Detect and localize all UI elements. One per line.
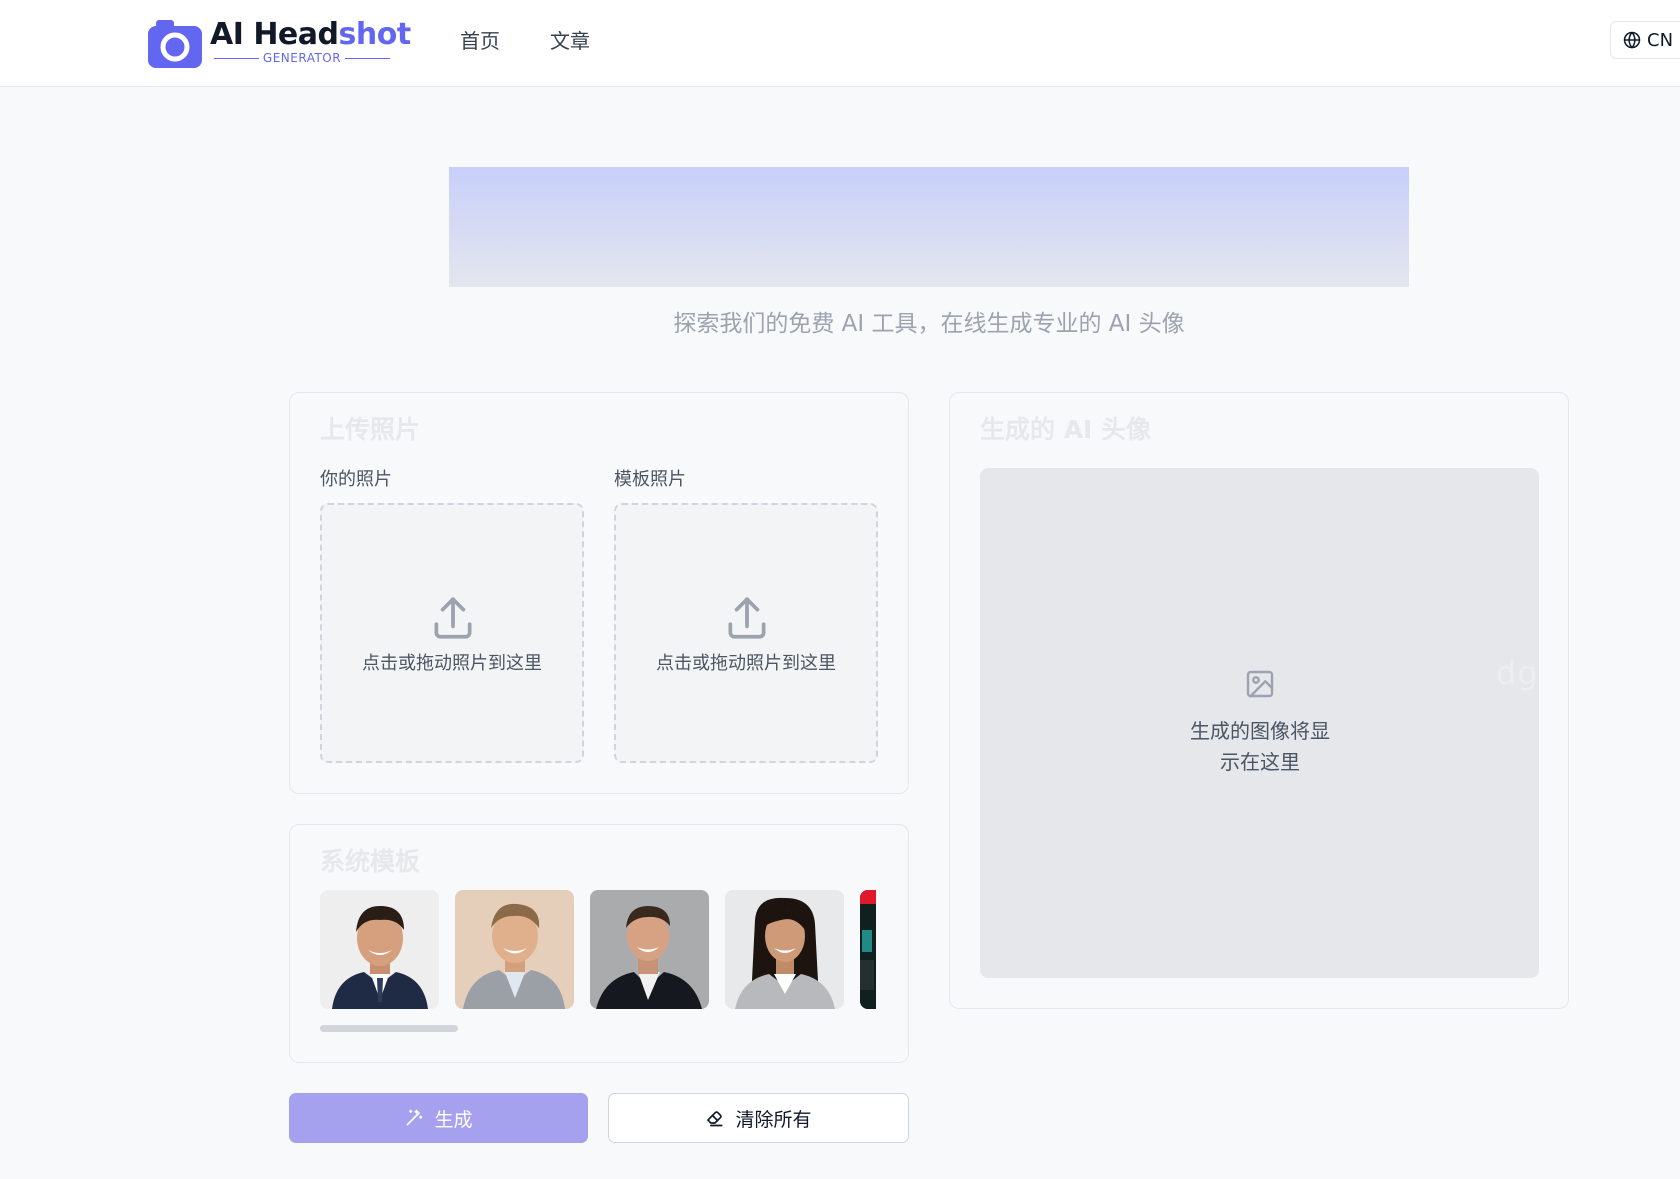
- headshot-image: [735, 897, 835, 1009]
- logo-rule-right: [345, 57, 390, 59]
- nav-articles[interactable]: 文章: [550, 26, 590, 56]
- result-placeholder-line2: 示在这里: [1220, 750, 1300, 774]
- template-thumbnail[interactable]: [320, 890, 439, 1009]
- clear-all-button[interactable]: 清除所有: [608, 1093, 909, 1143]
- template-photo-dropzone-text: 点击或拖动照片到这里: [656, 653, 836, 674]
- template-thumbnail[interactable]: [725, 890, 844, 1009]
- logo-subtitle-text: GENERATOR: [262, 51, 342, 65]
- template-thumbnail[interactable]: [455, 890, 574, 1009]
- template-thumbnails: [320, 890, 876, 1009]
- logo-rule-left: [214, 57, 259, 59]
- logo-title-accent: shot: [338, 17, 412, 52]
- headshot-image: [332, 906, 428, 1009]
- logo-title-main: AI Head: [210, 17, 339, 52]
- image-placeholder-icon: [1246, 670, 1274, 698]
- upload-card: 上传照片 你的照片 模板照片 点击或拖动照片到这里 点击或拖动照片到这里: [289, 392, 909, 794]
- upload-card-title: 上传照片: [320, 415, 421, 444]
- templates-card-title: 系统模板: [320, 847, 421, 876]
- headshot-image: [463, 903, 565, 1009]
- top-header: AI Headshot GENERATOR 首页 文章 CN: [0, 0, 1680, 87]
- upload-icon: [728, 597, 766, 639]
- headshot-image: [596, 906, 702, 1009]
- nav-home[interactable]: 首页: [460, 26, 500, 56]
- result-preview-area: 生成的图像将显 示在这里: [980, 468, 1539, 978]
- main-nav: 首页 文章: [460, 26, 590, 56]
- templates-scrollbar[interactable]: [320, 1025, 458, 1032]
- hero-subtitle: 探索我们的免费 AI 工具，在线生成专业的 AI 头像: [673, 311, 1185, 337]
- result-card-title: 生成的 AI 头像: [980, 415, 1152, 444]
- clear-all-button-label: 清除所有: [735, 1108, 812, 1131]
- hero-banner: [449, 167, 1409, 287]
- template-photo-label: 模板照片: [614, 469, 686, 490]
- template-thumbnail[interactable]: [860, 890, 876, 1009]
- logo-subtitle: GENERATOR: [214, 50, 390, 66]
- camera-logo-icon: [148, 20, 202, 68]
- generate-button-label: 生成: [434, 1108, 473, 1131]
- templates-card: 系统模板: [289, 824, 909, 1063]
- result-placeholder-line1: 生成的图像将显: [1190, 719, 1330, 743]
- upload-icon: [434, 597, 472, 639]
- result-placeholder-text: 生成的图像将显 示在这里: [1160, 716, 1360, 778]
- headshot-image: [860, 890, 876, 1009]
- watermark-text: dg: [1496, 654, 1539, 692]
- globe-icon: [1623, 31, 1641, 49]
- result-card: 生成的 AI 头像 生成的图像将显 示在这里: [949, 392, 1569, 1009]
- language-label: CN: [1647, 29, 1674, 51]
- language-switcher[interactable]: CN: [1610, 21, 1680, 59]
- eraser-icon: [707, 1111, 723, 1127]
- logo-title: AI Headshot: [210, 16, 411, 54]
- your-photo-dropzone[interactable]: 点击或拖动照片到这里: [320, 503, 584, 763]
- your-photo-dropzone-text: 点击或拖动照片到这里: [362, 653, 542, 674]
- template-thumbnail[interactable]: [590, 890, 709, 1009]
- generate-button[interactable]: 生成: [289, 1093, 588, 1143]
- your-photo-label: 你的照片: [320, 469, 392, 490]
- magic-wand-icon: [406, 1109, 423, 1126]
- template-photo-dropzone[interactable]: 点击或拖动照片到这里: [614, 503, 878, 763]
- site-logo[interactable]: AI Headshot GENERATOR: [148, 16, 411, 68]
